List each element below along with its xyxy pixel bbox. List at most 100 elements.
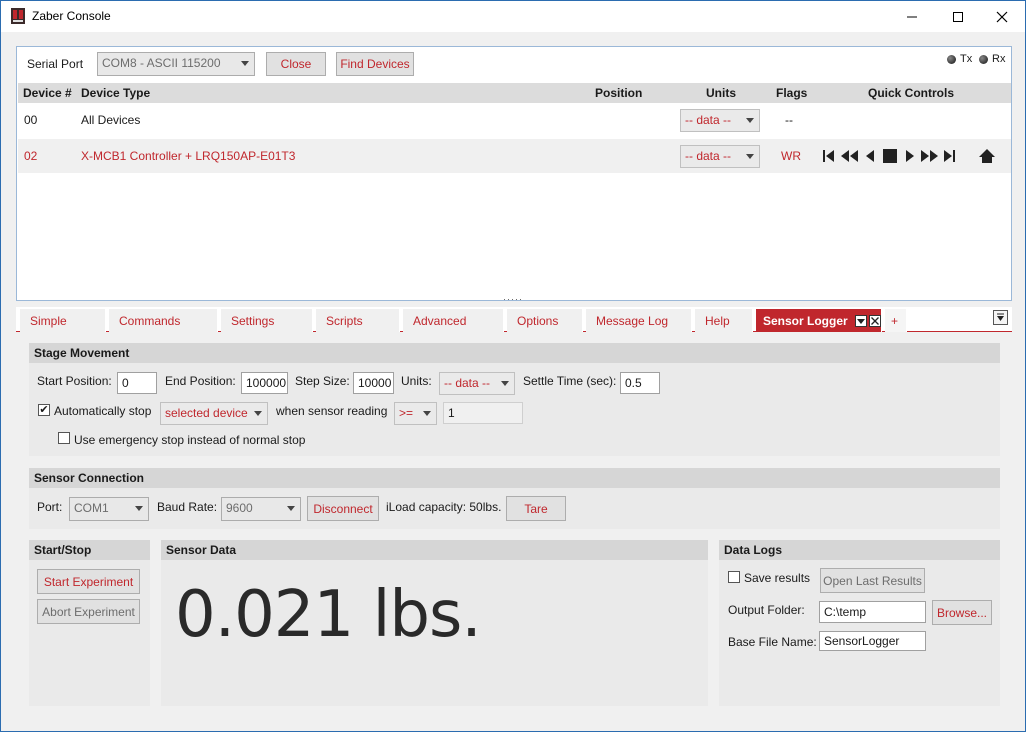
move-min-icon[interactable] (822, 148, 836, 164)
data-logs-group: Data Logs Save results Open Last Results… (719, 540, 1000, 706)
stop-icon[interactable] (882, 148, 898, 164)
step-size-label: Step Size: (295, 374, 350, 388)
tab-message-log[interactable]: Message Log (586, 309, 692, 332)
tab-help[interactable]: Help (695, 309, 753, 332)
stage-units-value: -- data -- (444, 376, 491, 390)
output-folder-input[interactable]: C:\temp (819, 601, 926, 623)
comparator-select[interactable]: >= (394, 402, 437, 425)
start-experiment-button[interactable]: Start Experiment (37, 569, 140, 594)
auto-stop-target-select[interactable]: selected device (160, 402, 268, 425)
chevron-down-icon (746, 154, 754, 159)
tab-label: Advanced (413, 314, 467, 328)
sensor-reading: 0.021 lbs. (175, 578, 482, 652)
tab-add[interactable]: + (885, 309, 907, 332)
capacity-text: iLoad capacity: 50lbs. (386, 500, 502, 514)
chevron-down-icon (241, 61, 249, 66)
when-sensor-label: when sensor reading (276, 404, 388, 418)
save-results-checkbox[interactable] (728, 571, 740, 583)
window-title: Zaber Console (32, 9, 111, 23)
tab-label: Simple (30, 314, 67, 328)
fast-forward-icon[interactable] (920, 148, 940, 164)
stage-units-select[interactable]: -- data -- (439, 372, 515, 395)
minimize-button[interactable] (889, 1, 935, 32)
base-file-name-label: Base File Name: (728, 635, 817, 649)
tab-label: Help (705, 314, 730, 328)
abort-experiment-button[interactable]: Abort Experiment (37, 599, 140, 624)
table-row[interactable]: 02 X-MCB1 Controller + LRQ150AP-E01T3 --… (18, 139, 1011, 173)
tab-menu-icon[interactable] (855, 315, 868, 327)
base-file-name-input[interactable]: SensorLogger (819, 631, 926, 651)
start-stop-group: Start/Stop Start Experiment Abort Experi… (29, 540, 150, 706)
tx-indicator-icon (947, 55, 956, 64)
close-window-button[interactable] (979, 1, 1025, 32)
step-forward-icon[interactable] (904, 148, 916, 164)
tab-options[interactable]: Options (507, 309, 583, 332)
tab-settings[interactable]: Settings (221, 309, 313, 332)
maximize-button[interactable] (935, 1, 981, 32)
disconnect-button[interactable]: Disconnect (307, 496, 379, 521)
tab-label: Scripts (326, 314, 363, 328)
serial-port-select[interactable]: COM8 - ASCII 115200 (97, 52, 255, 76)
tab-scripts[interactable]: Scripts (316, 309, 400, 332)
sensor-data-group: Sensor Data 0.021 lbs. (161, 540, 708, 706)
device-flags: -- (785, 113, 793, 127)
emergency-stop-checkbox[interactable] (58, 432, 70, 444)
tare-button[interactable]: Tare (506, 496, 566, 521)
close-port-button[interactable]: Close (266, 52, 326, 76)
port-select[interactable]: COM1 (69, 497, 149, 521)
port-label: Port: (37, 500, 63, 514)
auto-stop-checkbox[interactable]: ✔ (38, 404, 50, 416)
rx-indicator-icon (979, 55, 988, 64)
tab-label: Sensor Logger (763, 314, 848, 328)
baud-rate-select[interactable]: 9600 (221, 497, 301, 521)
move-max-icon[interactable] (942, 148, 956, 164)
units-value: -- data -- (685, 149, 732, 163)
home-icon[interactable] (978, 148, 996, 164)
device-number: 00 (24, 113, 38, 127)
baud-rate-label: Baud Rate: (157, 500, 218, 514)
close-icon (996, 11, 1008, 22)
browse-button[interactable]: Browse... (932, 600, 992, 625)
settle-time-label: Settle Time (sec): (523, 374, 617, 388)
device-grid-header: Device # Device Type Position Units Flag… (18, 83, 1011, 103)
table-row[interactable]: 00 All Devices -- data -- -- (18, 103, 1011, 137)
col-units: Units (706, 86, 736, 100)
quick-controls (822, 148, 996, 164)
device-flags: WR (781, 149, 801, 163)
settle-time-input[interactable]: 0.5 (620, 372, 660, 394)
stage-movement-heading: Stage Movement (29, 343, 1000, 363)
find-devices-button[interactable]: Find Devices (336, 52, 414, 76)
panel-splitter[interactable]: ····· (16, 294, 1012, 305)
device-panel: Serial Port COM8 - ASCII 115200 Close Fi… (16, 46, 1012, 301)
tab-close-icon[interactable] (869, 315, 882, 327)
tab-commands[interactable]: Commands (109, 309, 218, 332)
serial-port-label: Serial Port (27, 57, 84, 71)
tab-label: Options (517, 314, 559, 328)
rx-label: Rx (992, 53, 1006, 65)
units-select[interactable]: -- data -- (680, 145, 760, 168)
tab-list-icon (997, 313, 1004, 321)
tab-advanced[interactable]: Advanced (403, 309, 504, 332)
step-reverse-icon[interactable] (864, 148, 876, 164)
end-position-input[interactable]: 100000 (241, 372, 288, 394)
maximize-icon (953, 11, 963, 22)
tab-sensor-logger[interactable]: Sensor Logger (756, 309, 882, 332)
device-number: 02 (24, 149, 38, 163)
threshold-input[interactable]: 1 (443, 402, 523, 424)
tab-label: Message Log (596, 314, 669, 328)
fast-reverse-icon[interactable] (840, 148, 860, 164)
step-size-input[interactable]: 10000 (353, 372, 394, 394)
tab-label: Settings (231, 314, 275, 328)
start-position-input[interactable]: 0 (117, 372, 157, 394)
port-value: COM1 (74, 501, 109, 515)
chevron-down-icon (135, 506, 143, 511)
client-area: Serial Port COM8 - ASCII 115200 Close Fi… (16, 46, 1012, 718)
comparator-value: >= (399, 406, 414, 420)
tab-label: + (891, 314, 899, 328)
tab-simple[interactable]: Simple (20, 309, 106, 332)
units-select[interactable]: -- data -- (680, 109, 760, 132)
start-position-label: Start Position: (37, 374, 112, 388)
emergency-stop-label: Use emergency stop instead of normal sto… (74, 433, 306, 447)
open-last-results-button[interactable]: Open Last Results (820, 568, 925, 593)
tab-list-button[interactable] (993, 310, 1008, 325)
